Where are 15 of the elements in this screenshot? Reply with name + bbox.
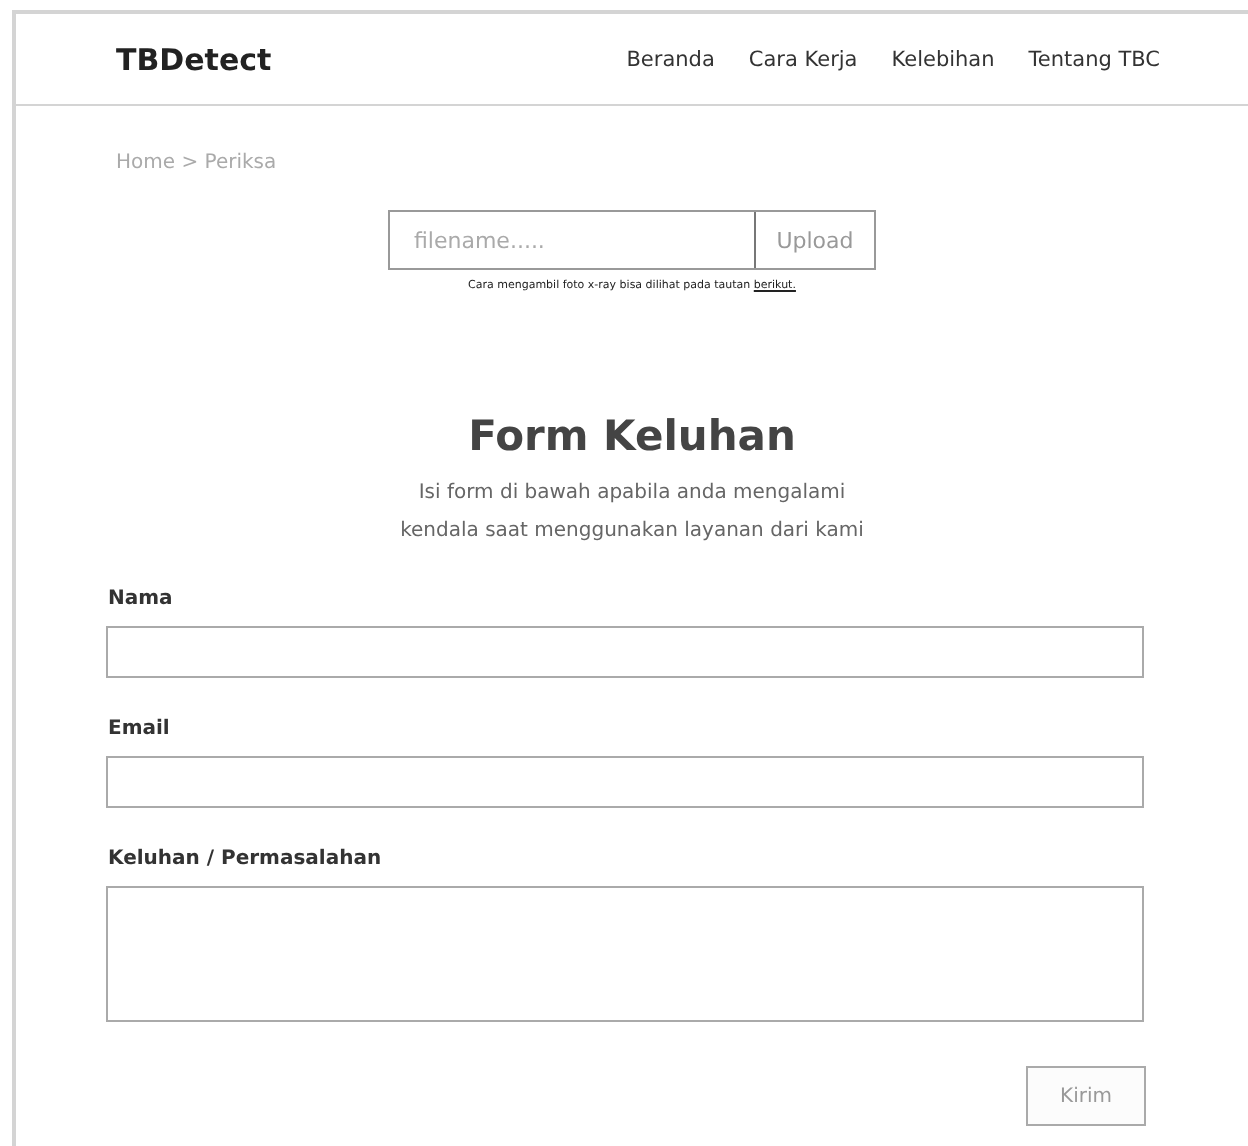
breadcrumb: Home > Periksa <box>116 152 279 174</box>
nav-link[interactable]: Cara Kerja <box>748 47 858 71</box>
textarea-field[interactable] <box>106 886 1144 1023</box>
logo-text: TBDetect <box>116 41 272 77</box>
nav-link[interactable]: Tentang TBC <box>1028 47 1160 71</box>
form-title: Form Keluhan <box>466 412 798 463</box>
field-label: Nama <box>108 588 175 611</box>
nav-link[interactable]: Beranda <box>626 47 715 71</box>
nav-link[interactable]: Kelebihan <box>891 47 995 71</box>
field-label: Email <box>108 718 172 741</box>
field-label: Keluhan / Permasalahan <box>108 848 384 871</box>
form-subtitle: kendala saat menggunakan layanan dari kami <box>398 518 866 547</box>
input-field[interactable] <box>106 756 1144 809</box>
form-subtitle: Isi form di bawah apabila anda mengalami <box>416 480 848 509</box>
input-field[interactable] <box>106 626 1144 679</box>
